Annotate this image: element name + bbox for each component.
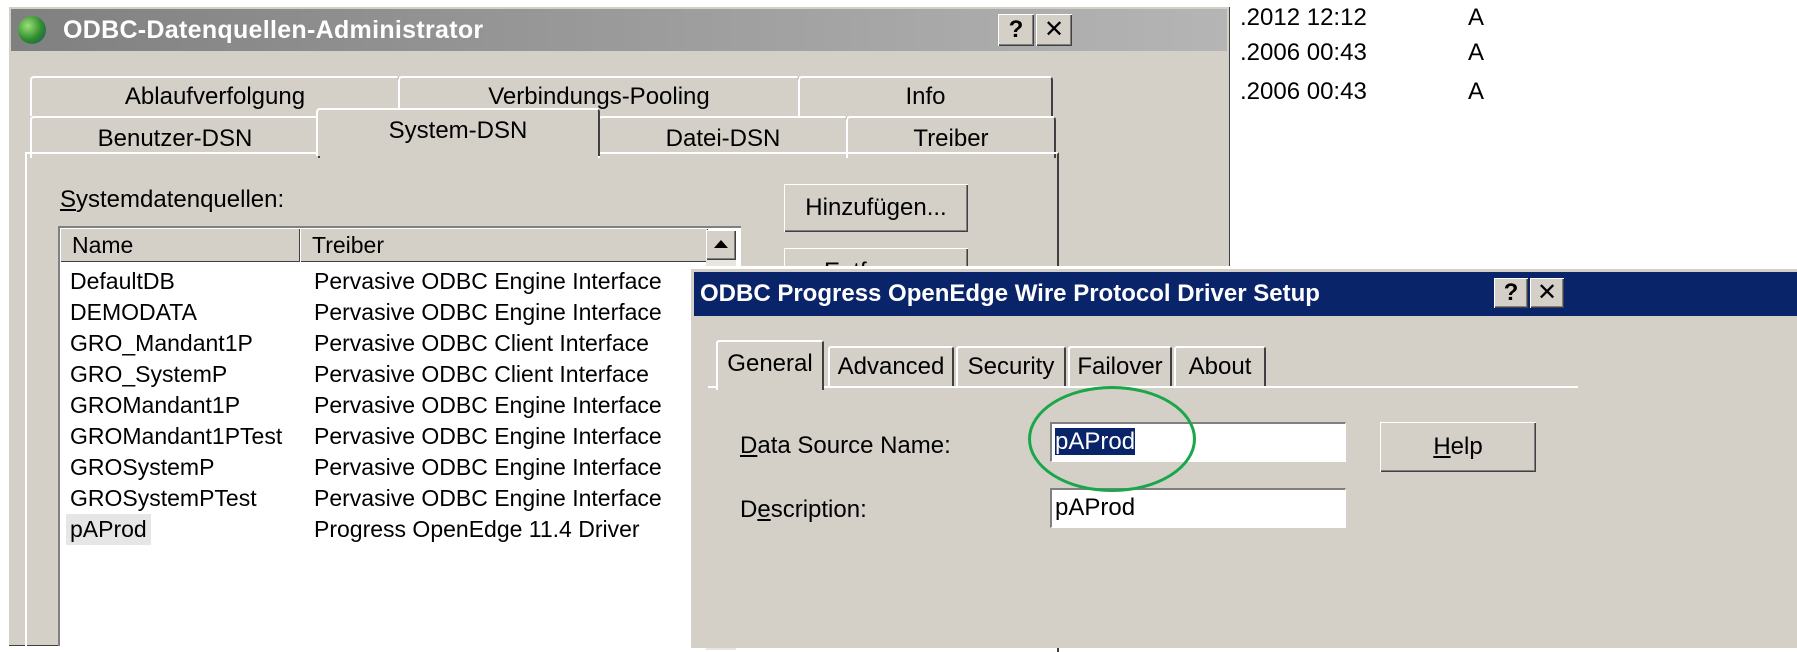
dsn-name: DEMODATA [70,299,197,325]
add-button-label: Hinzufügen... [805,194,947,221]
system-dsn-list[interactable]: Name Treiber DefaultDB Pervasive ODBC Eng… [58,226,741,646]
dsn-name: pAProd [66,514,151,545]
column-header-driver[interactable]: Treiber [300,228,708,262]
admin-title: ODBC-Datenquellen-Administrator [63,16,484,44]
file-date: .2012 12:12 [1240,4,1367,31]
description-label: Description: [740,496,867,523]
admin-titlebar[interactable]: ODBC-Datenquellen-Administrator ? ✕ [11,9,1227,51]
dsn-driver: Progress OpenEdge 11.4 Driver [314,516,640,542]
tab-info[interactable]: Info [798,76,1053,116]
dsn-driver: Pervasive ODBC Engine Interface [314,268,662,294]
dsn-driver: Pervasive ODBC Engine Interface [314,454,662,480]
tab-general[interactable]: General [716,340,824,390]
description-value: pAProd [1055,494,1136,521]
description-input[interactable]: pAProd [1050,488,1346,528]
list-item[interactable]: GROSystemP Pervasive ODBC Engine Interfac… [60,452,700,483]
dsn-driver: Pervasive ODBC Client Interface [314,361,649,387]
close-button[interactable]: ✕ [1036,14,1072,46]
tab-security[interactable]: Security [956,346,1066,386]
help-button[interactable]: ? [998,14,1034,46]
list-item[interactable]: GRO_SystemP Pervasive ODBC Client Interfa… [60,359,700,390]
dsn-driver: Pervasive ODBC Engine Interface [314,485,662,511]
driver-setup-dialog: ODBC Progress OpenEdge Wire Protocol Dri… [690,268,1797,648]
tab-about[interactable]: About [1174,346,1266,386]
dsn-label: Data Source Name: [740,432,951,459]
list-item[interactable]: GROMandant1PTest Pervasive ODBC Engine In… [60,421,700,452]
dsn-name: GROMandant1P [70,392,241,418]
list-item[interactable]: DEMODATA Pervasive ODBC Engine Interface [60,297,700,328]
list-label: Systemdatenquellen: [60,186,285,213]
setup-title: ODBC Progress OpenEdge Wire Protocol Dri… [700,280,1320,307]
dsn-value: pAProd [1055,428,1136,455]
setup-titlebar[interactable]: ODBC Progress OpenEdge Wire Protocol Dri… [694,272,1797,316]
dsn-driver: Pervasive ODBC Engine Interface [314,423,662,449]
scroll-up-button[interactable] [706,230,736,260]
file-date: .2006 00:43 [1240,78,1367,105]
odbc-app-icon [18,16,46,44]
dsn-driver: Pervasive ODBC Engine Interface [314,299,662,325]
tab-failover[interactable]: Failover [1068,346,1172,386]
dsn-name: GROMandant1PTest [70,423,283,449]
list-item[interactable]: GROSystemPTest Pervasive ODBC Engine Inte… [60,483,700,514]
list-item[interactable]: GROMandant1P Pervasive ODBC Engine Interf… [60,390,700,421]
file-attr: A [1468,4,1485,31]
column-header-name[interactable]: Name [60,228,300,262]
list-item[interactable]: GRO_Mandant1P Pervasive ODBC Client Inter… [60,328,700,359]
setup-close-button[interactable]: ✕ [1530,278,1564,308]
setup-help-button[interactable]: ? [1494,278,1528,308]
tab-advanced[interactable]: Advanced [828,346,954,386]
tab-system-dsn[interactable]: System-DSN [316,108,600,156]
dsn-name: GROSystemP [70,454,215,480]
dsn-name: GRO_Mandant1P [70,330,253,356]
data-source-name-input[interactable]: pAProd [1050,422,1346,462]
file-attr: A [1468,78,1485,105]
dsn-name: DefaultDB [70,268,175,294]
file-date: .2006 00:43 [1240,39,1367,66]
setup-help-button-main[interactable]: Help [1380,422,1536,472]
tab-panel-border [708,386,1578,388]
dsn-driver: Pervasive ODBC Client Interface [314,330,649,356]
list-item-selected[interactable]: pAProd Progress OpenEdge 11.4 Driver [60,514,700,545]
file-attr: A [1468,39,1485,66]
dsn-driver: Pervasive ODBC Engine Interface [314,392,662,418]
list-item[interactable]: DefaultDB Pervasive ODBC Engine Interface [60,266,700,297]
scroll-up-arrow-icon [714,240,728,248]
dsn-name: GROSystemPTest [70,485,257,511]
dsn-name: GRO_SystemP [70,361,228,387]
add-button[interactable]: Hinzufügen... [784,184,968,232]
